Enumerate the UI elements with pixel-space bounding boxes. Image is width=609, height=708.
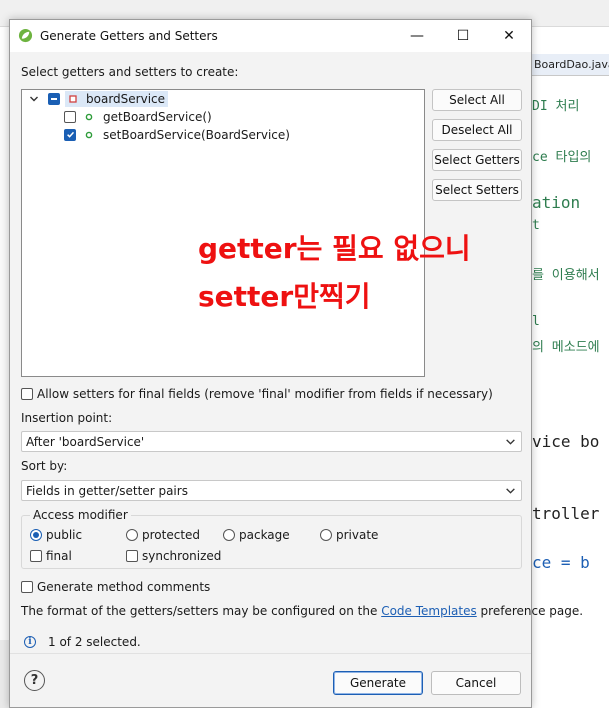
- allow-final-checkbox[interactable]: [21, 388, 33, 400]
- tree-row-setter[interactable]: setBoardService(BoardService): [64, 126, 290, 143]
- dialog-title: Generate Getters and Setters: [40, 29, 218, 43]
- allow-final-option[interactable]: Allow setters for final fields (remove '…: [21, 387, 493, 401]
- public-label: public: [46, 528, 83, 542]
- tree-node-selected[interactable]: boardService: [65, 90, 169, 107]
- format-text-after: preference page.: [476, 604, 584, 618]
- final-option[interactable]: final: [30, 549, 72, 563]
- synchronized-checkbox[interactable]: [126, 550, 138, 562]
- insertion-point-label: Insertion point:: [21, 411, 113, 425]
- sort-by-value: Fields in getter/setter pairs: [26, 483, 188, 498]
- help-icon[interactable]: ?: [24, 670, 45, 691]
- code-line-fragment: ce 타입의: [532, 150, 592, 165]
- tree-row-boardservice[interactable]: boardService: [28, 90, 169, 107]
- check-icon: [66, 131, 74, 138]
- access-modifier-group: Access modifier public protected package…: [21, 508, 522, 569]
- chevron-down-icon: [506, 439, 515, 445]
- access-modifier-legend: Access modifier: [30, 508, 131, 522]
- code-line-fragment: ation: [532, 193, 581, 212]
- close-icon: ✕: [503, 28, 515, 44]
- maximize-icon: ☐: [456, 28, 470, 44]
- generate-button[interactable]: Generate: [333, 671, 423, 695]
- sort-by-label: Sort by:: [21, 459, 68, 473]
- minimize-icon: —: [410, 28, 424, 44]
- editor-tab-boarddao[interactable]: BoardDao.java: [530, 54, 609, 76]
- maximize-button[interactable]: ☐: [440, 20, 486, 52]
- final-checkbox[interactable]: [30, 550, 42, 562]
- status-row: i 1 of 2 selected.: [24, 635, 141, 649]
- code-line-fragment: 의 메소드에: [532, 340, 600, 355]
- final-label: final: [46, 549, 72, 563]
- select-all-button[interactable]: Select All: [432, 89, 522, 111]
- tree-node-label: boardService: [86, 91, 166, 106]
- setter-checkbox[interactable]: [64, 128, 76, 141]
- close-button[interactable]: ✕: [486, 20, 532, 52]
- chevron-down-icon[interactable]: [28, 93, 40, 105]
- radio-public[interactable]: public: [30, 528, 82, 542]
- package-radio[interactable]: [223, 529, 235, 541]
- getter-label: getBoardService(): [103, 109, 212, 124]
- divider: [10, 653, 531, 654]
- generate-comments-label: Generate method comments: [37, 580, 211, 594]
- public-method-icon: [85, 113, 93, 120]
- spring-leaf-icon: [18, 28, 33, 43]
- selection-status: 1 of 2 selected.: [48, 635, 141, 649]
- chevron-down-icon: [506, 488, 515, 494]
- private-label: private: [336, 528, 379, 542]
- select-getters-button[interactable]: Select Getters: [432, 149, 522, 171]
- generate-getters-setters-dialog: Generate Getters and Setters — ☐ ✕ Selec…: [9, 19, 583, 708]
- annotation-line-1: getter는 필요 없으니: [198, 232, 471, 265]
- code-line-fragment: ce = b: [532, 553, 590, 572]
- code-templates-link[interactable]: Code Templates: [381, 604, 477, 618]
- annotation-line-2: setter만찍기: [198, 280, 371, 313]
- radio-package[interactable]: package: [223, 528, 290, 542]
- sort-by-select[interactable]: Fields in getter/setter pairs: [21, 480, 522, 501]
- synchronized-label: synchronized: [142, 549, 222, 563]
- protected-radio[interactable]: [126, 529, 138, 541]
- code-line-fragment: t: [532, 218, 540, 233]
- cancel-button[interactable]: Cancel: [431, 671, 521, 695]
- format-text-before: The format of the getters/setters may be…: [21, 604, 382, 618]
- deselect-all-button[interactable]: Deselect All: [432, 119, 522, 141]
- protected-label: protected: [142, 528, 201, 542]
- package-label: package: [239, 528, 290, 542]
- insertion-point-value: After 'boardService': [26, 434, 145, 449]
- private-field-icon: [69, 94, 77, 103]
- info-icon: i: [24, 636, 36, 648]
- code-line-fragment: vice bo: [532, 432, 600, 451]
- select-instructions-label: Select getters and setters to create:: [21, 65, 239, 79]
- public-radio[interactable]: [30, 529, 42, 541]
- code-line-fragment: l: [532, 314, 540, 329]
- generate-comments-checkbox[interactable]: [21, 581, 33, 593]
- radio-private[interactable]: private: [320, 528, 378, 542]
- select-setters-button[interactable]: Select Setters: [432, 179, 522, 201]
- code-line-fragment: DI 처리: [532, 99, 580, 114]
- insertion-point-select[interactable]: After 'boardService': [21, 431, 522, 452]
- private-radio[interactable]: [320, 529, 332, 541]
- minimize-button[interactable]: —: [394, 20, 440, 52]
- tree-row-getter[interactable]: getBoardService(): [64, 108, 212, 125]
- radio-protected[interactable]: protected: [126, 528, 200, 542]
- format-info-text: The format of the getters/setters may be…: [21, 604, 583, 618]
- getter-checkbox[interactable]: [64, 110, 76, 123]
- boardservice-checkbox[interactable]: [48, 92, 60, 105]
- generate-comments-option[interactable]: Generate method comments: [21, 580, 210, 594]
- dialog-titlebar: Generate Getters and Setters — ☐ ✕: [10, 20, 531, 52]
- allow-final-label: Allow setters for final fields (remove '…: [37, 387, 493, 401]
- code-line-fragment: 를 이용해서: [532, 268, 600, 283]
- synchronized-option[interactable]: synchronized: [126, 549, 221, 563]
- setter-label: setBoardService(BoardService): [103, 127, 290, 142]
- public-method-icon: [85, 131, 93, 138]
- code-line-fragment: troller: [532, 504, 600, 523]
